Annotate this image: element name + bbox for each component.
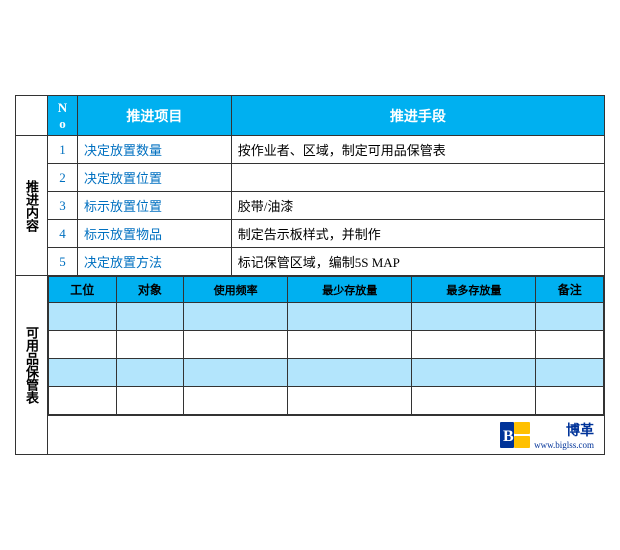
no-cell: 2 (48, 164, 78, 192)
item-cell: 决定放置方法 (78, 248, 232, 276)
inner-data-row (49, 387, 604, 415)
data-cell (116, 331, 184, 359)
data-cell (49, 359, 117, 387)
logo-cell: B 博革 www.biglss.com (48, 416, 605, 455)
data-cell (412, 303, 536, 331)
col-header-freq: 使用频率 (184, 277, 288, 303)
col-header-max: 最多存放量 (412, 277, 536, 303)
header-item: 推进项目 (78, 95, 232, 135)
col-header-workstation: 工位 (49, 277, 117, 303)
data-cell (184, 359, 288, 387)
data-cell (116, 303, 184, 331)
item-cell: 标示放置物品 (78, 220, 232, 248)
data-cell (288, 387, 412, 415)
header-means: 推进手段 (231, 95, 604, 135)
table-row: 4 标示放置物品 制定告示板样式，并制作 (16, 220, 605, 248)
data-cell (184, 387, 288, 415)
data-cell (288, 303, 412, 331)
col-header-target: 对象 (116, 277, 184, 303)
means-cell (231, 164, 604, 192)
inner-table: 工位 对象 使用频率 最少存放量 最多存放量 备注 (48, 276, 604, 415)
data-cell (184, 303, 288, 331)
no-cell: 1 (48, 136, 78, 164)
means-cell: 制定告示板样式，并制作 (231, 220, 604, 248)
data-cell (536, 303, 604, 331)
data-cell (49, 387, 117, 415)
table-row: 3 标示放置位置 胶带/油漆 (16, 192, 605, 220)
means-cell: 标记保管区域，编制5S MAP (231, 248, 604, 276)
data-cell (116, 387, 184, 415)
data-cell (49, 331, 117, 359)
data-cell (536, 359, 604, 387)
main-table: N o 推进项目 推进手段 推进内容 1 决定放置数量 按作业者、区域，制定可用… (15, 95, 605, 455)
item-cell: 标示放置位置 (78, 192, 232, 220)
data-cell (116, 359, 184, 387)
data-cell (536, 331, 604, 359)
table-row: 2 决定放置位置 (16, 164, 605, 192)
no-cell: 4 (48, 220, 78, 248)
means-cell: 胶带/油漆 (231, 192, 604, 220)
header-no: N o (48, 95, 78, 135)
means-cell: 按作业者、区域，制定可用品保管表 (231, 136, 604, 164)
logo-area: B 博革 www.biglss.com (58, 420, 594, 450)
inner-data-row (49, 303, 604, 331)
data-cell (49, 303, 117, 331)
col-header-note: 备注 (536, 277, 604, 303)
inner-data-row (49, 359, 604, 387)
logo-icon: B (500, 422, 530, 448)
inner-data-row (49, 331, 604, 359)
logo-row: B 博革 www.biglss.com (16, 416, 605, 455)
page-wrapper: N o 推进项目 推进手段 推进内容 1 决定放置数量 按作业者、区域，制定可用… (15, 95, 605, 455)
data-cell (288, 359, 412, 387)
no-cell: 3 (48, 192, 78, 220)
item-cell: 决定放置数量 (78, 136, 232, 164)
section2-header-row: 可用品保管表 工位 对象 使用频率 最少存放量 最多存放量 备注 (16, 276, 605, 416)
item-cell: 决定放置位置 (78, 164, 232, 192)
logo-text-container: 博革 www.biglss.com (534, 420, 594, 450)
logo-company-name: 博革 (566, 424, 594, 439)
inner-header-row: 工位 对象 使用频率 最少存放量 最多存放量 备注 (49, 277, 604, 303)
col-header-min: 最少存放量 (288, 277, 412, 303)
data-cell (288, 331, 412, 359)
data-cell (184, 331, 288, 359)
logo-website: www.biglss.com (534, 440, 594, 450)
data-cell (412, 359, 536, 387)
svg-text:B: B (503, 428, 514, 445)
data-cell (412, 387, 536, 415)
data-cell (412, 331, 536, 359)
table-row: 推进内容 1 决定放置数量 按作业者、区域，制定可用品保管表 (16, 136, 605, 164)
section-label-1: 推进内容 (16, 136, 48, 276)
data-cell (536, 387, 604, 415)
table-row: 5 决定放置方法 标记保管区域，编制5S MAP (16, 248, 605, 276)
section-label-2: 可用品保管表 (16, 276, 48, 455)
no-cell: 5 (48, 248, 78, 276)
header-row: N o 推进项目 推进手段 (16, 95, 605, 135)
